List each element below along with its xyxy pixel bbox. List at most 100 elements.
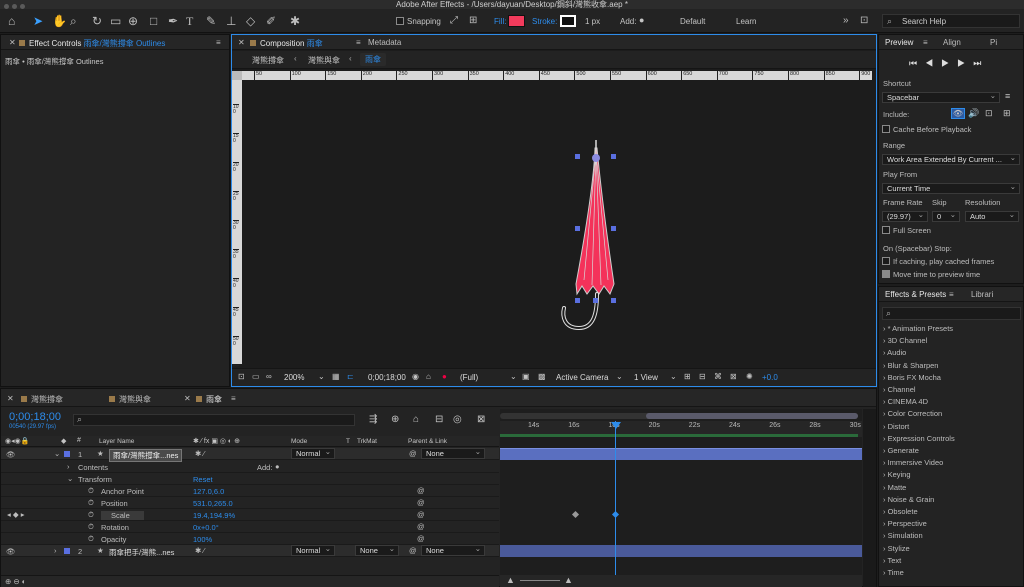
include-overlays-icon[interactable]: ⊡ xyxy=(985,108,993,119)
effects-category[interactable]: › Perspective xyxy=(883,519,927,528)
preview-tab[interactable]: Preview xyxy=(885,38,913,47)
effects-category[interactable]: › Obsolete xyxy=(883,507,918,516)
zoom-slider[interactable] xyxy=(520,580,560,581)
expression-pickwhip-icon[interactable]: @ xyxy=(417,510,425,519)
draft-3d-toggle-icon[interactable]: ⊕ xyxy=(391,414,399,425)
composition-tab[interactable]: Composition 雨傘 xyxy=(250,38,323,49)
layer-mode-select[interactable]: Normal xyxy=(291,545,335,556)
pen-tool-icon[interactable]: ✒ xyxy=(168,14,178,28)
pan-behind-tool-icon[interactable]: ⊕ xyxy=(128,14,138,28)
libraries-tab[interactable]: Librari xyxy=(971,290,993,299)
toggle-pixel-aspect-icon[interactable]: ⊞ xyxy=(684,372,691,381)
property-row[interactable]: ⏱ Position 531.0,265.0 @ xyxy=(1,497,499,509)
workspace-learn[interactable]: Learn xyxy=(736,17,756,26)
layer-switches-icon[interactable]: ✱ ⁄ xyxy=(195,546,205,555)
visibility-icon[interactable]: 👁 xyxy=(6,450,16,459)
timeline-tab-2[interactable]: 雨傘 xyxy=(196,394,222,405)
zoom-tool-icon[interactable]: ⌕ xyxy=(70,14,77,28)
grid-icon[interactable]: ▩ xyxy=(538,372,546,381)
render-time-icon[interactable]: ⊕ ⊖ ◐ xyxy=(5,577,26,586)
effects-category[interactable]: › Blur & Sharpen xyxy=(883,361,938,370)
time-navigator-range[interactable] xyxy=(646,413,858,419)
if-caching-checkbox[interactable]: If caching, play cached frames xyxy=(882,257,994,266)
effects-category[interactable]: › Stylize xyxy=(883,544,910,553)
effects-presets-tab[interactable]: Effects & Presets xyxy=(885,290,946,299)
effects-category[interactable]: › Channel xyxy=(883,385,916,394)
stopwatch-icon[interactable]: ⏱ xyxy=(88,486,94,496)
zoom-out-icon[interactable]: ▲ xyxy=(506,575,515,585)
frame-blending-icon[interactable]: ⊟ xyxy=(435,414,443,425)
expression-pickwhip-icon[interactable]: @ xyxy=(417,498,425,507)
monitor-icon[interactable]: ▭ xyxy=(252,372,260,381)
timeline-tab-0[interactable]: 灣熊撐傘 xyxy=(21,394,63,405)
stopwatch-icon[interactable]: ⏱ xyxy=(88,522,94,532)
resolution-select[interactable]: (Full) xyxy=(460,373,478,382)
trkmat-column[interactable]: TrkMat xyxy=(357,438,377,445)
timeline-zoom-bar[interactable]: ▲ ▲ xyxy=(500,575,862,587)
layer-mode-select[interactable]: Normal xyxy=(291,448,335,459)
shy-icon[interactable]: ⌂ xyxy=(413,414,419,425)
property-value[interactable]: 19.4,194.9% xyxy=(193,511,235,520)
expand-icon[interactable]: » xyxy=(843,14,849,28)
visibility-icon[interactable]: 👁 xyxy=(6,547,16,556)
effects-category[interactable]: › Immersive Video xyxy=(883,458,943,467)
effects-category[interactable]: › Matte xyxy=(883,483,906,492)
work-area-bar[interactable] xyxy=(500,434,858,437)
transform-row[interactable]: ⌄ Transform Reset xyxy=(1,473,499,485)
move-time-checkbox[interactable]: Move time to preview time xyxy=(882,270,980,279)
workspace-default[interactable]: Default xyxy=(680,17,705,26)
hand-tool-icon[interactable]: ✋ xyxy=(52,14,67,28)
timeline-tab-1[interactable]: 灣熊與傘 xyxy=(109,394,151,405)
layer-name[interactable]: 雨傘把手/灣熊...nes xyxy=(109,547,174,558)
effects-category[interactable]: › Audio xyxy=(883,348,906,357)
graph-editor-icon[interactable]: ⊠ xyxy=(477,414,485,425)
effect-controls-tab[interactable]: Effect Controls 雨傘/灣熊撐傘 Outlines xyxy=(19,38,165,49)
timeline-close-icon[interactable]: ✕ xyxy=(7,394,14,403)
time-navigator[interactable] xyxy=(500,413,858,419)
effects-menu-icon[interactable]: ≡ xyxy=(949,290,954,299)
pickwhip-icon[interactable]: @ xyxy=(409,546,417,555)
brush-tool-icon[interactable]: ✎ xyxy=(206,14,216,28)
comp-timecode[interactable]: 0;00;18;00 xyxy=(368,373,406,382)
snapshot-icon[interactable]: ◉ xyxy=(412,372,419,381)
label-color[interactable] xyxy=(64,451,70,457)
scale-keyframe-1[interactable] xyxy=(571,510,580,519)
layer-bar-1[interactable] xyxy=(500,448,862,460)
property-row[interactable]: ⏱ Opacity 100% @ xyxy=(1,533,499,545)
parent-column[interactable]: Parent & Link xyxy=(408,438,447,445)
stopwatch-icon[interactable]: ⏱ xyxy=(88,510,94,520)
resolution-select[interactable]: Auto xyxy=(965,211,1019,222)
stroke-width[interactable]: 1 px xyxy=(585,17,600,26)
expression-pickwhip-icon[interactable]: @ xyxy=(417,522,425,531)
twirl-closed-icon[interactable]: › xyxy=(67,462,70,471)
selection-tool-icon[interactable]: ➤ xyxy=(33,14,43,28)
add-content-icon[interactable]: ● xyxy=(275,462,280,471)
parent-select[interactable]: None xyxy=(421,448,485,459)
effects-category[interactable]: › Simulation xyxy=(883,531,923,540)
effects-category[interactable]: › Generate xyxy=(883,446,919,455)
scale-keyframe-2[interactable] xyxy=(611,510,620,519)
effects-category[interactable]: › 3D Channel xyxy=(883,336,927,345)
playhead-icon[interactable] xyxy=(611,422,621,429)
keyframe-nav-icon[interactable]: ◂ ◆ ▸ xyxy=(7,510,24,519)
layer-switches-icon[interactable]: ✱ ⁄ xyxy=(195,449,205,458)
comp-mini-flowchart-icon[interactable]: ⇶ xyxy=(369,414,377,425)
views-select[interactable]: 1 View xyxy=(634,373,658,382)
mode-column[interactable]: Mode xyxy=(291,438,307,445)
align-tab[interactable]: Align xyxy=(943,38,961,47)
transparency-grid-icon[interactable]: ▦ xyxy=(332,372,340,381)
effects-category[interactable]: › Text xyxy=(883,556,901,565)
prev-frame-icon[interactable]: ◀ xyxy=(925,58,941,68)
twirl-closed-icon[interactable]: › xyxy=(54,546,57,555)
zoom-select[interactable]: 200% xyxy=(284,373,304,382)
effects-category[interactable]: › Boris FX Mocha xyxy=(883,373,941,382)
timeline-timecode[interactable]: 0;00;18;00 xyxy=(9,411,61,423)
comp-menu-icon[interactable]: ≡ xyxy=(356,38,361,47)
timeline-scrollbar[interactable] xyxy=(863,409,876,587)
property-row[interactable]: ⏱ Rotation 0x+0.0° @ xyxy=(1,521,499,533)
next-frame-icon[interactable]: ▶ xyxy=(957,58,973,68)
flowchart-icon[interactable]: ⌘ xyxy=(714,372,722,381)
timeline-search-input[interactable]: ⌕ xyxy=(73,414,355,426)
camera-tool-icon[interactable]: ▭ xyxy=(110,14,121,28)
draft-3d-icon[interactable]: ⊠ xyxy=(730,372,737,381)
